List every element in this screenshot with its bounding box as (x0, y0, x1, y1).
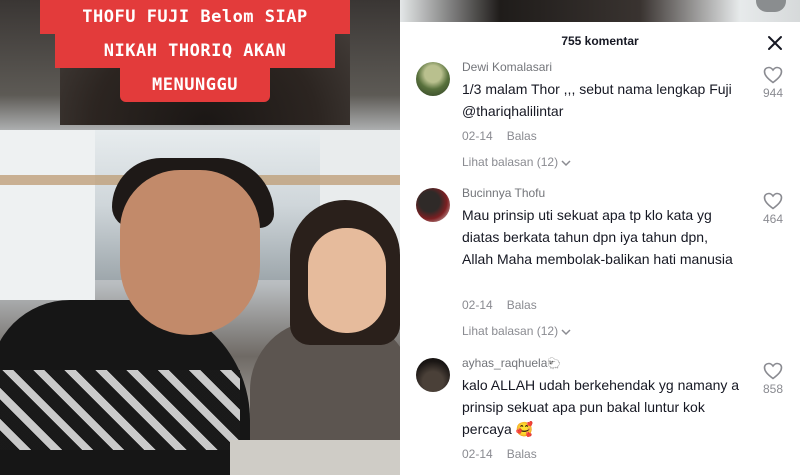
view-replies-link[interactable]: Lihat balasan (12) (462, 155, 571, 169)
avatar[interactable] (416, 188, 450, 222)
view-replies-label: Lihat balasan (12) (462, 324, 559, 338)
comment-date: 02-14 (462, 447, 493, 461)
heart-icon (763, 66, 783, 84)
avatar[interactable] (416, 358, 450, 392)
like-button[interactable]: 858 (760, 362, 786, 396)
video-strip-behind (400, 0, 800, 22)
background-wall (0, 130, 95, 300)
heart-icon (763, 192, 783, 210)
username-emoji: 🐑 (547, 358, 562, 370)
comment-text: Mau prinsip uti sekuat apa tp klo kata y… (462, 207, 733, 267)
comment-text-line: 1/3 malam Thor ,,, sebut nama lengkap Fu… (462, 81, 732, 97)
jacket-pattern (0, 370, 240, 450)
reply-button[interactable]: Balas (507, 298, 537, 312)
comments-header: 755 komentar (400, 22, 800, 62)
comment-count-title: 755 komentar (561, 34, 639, 48)
avatar[interactable] (416, 62, 450, 96)
like-count: 858 (762, 382, 784, 396)
chevron-down-icon (561, 160, 571, 166)
mention-link[interactable]: @thariqhalilintar (462, 100, 742, 122)
like-button[interactable]: 944 (760, 66, 786, 100)
comment-meta: 02-14 Balas (462, 298, 537, 312)
comment-text: 1/3 malam Thor ,,, sebut nama lengkap Fu… (462, 78, 742, 122)
close-icon[interactable] (766, 34, 784, 52)
comment-date: 02-14 (462, 298, 493, 312)
table (230, 440, 400, 475)
caption-line-2: NIKAH THORIQ AKAN (55, 34, 335, 68)
caption-line-1: THOFU FUJI Belom SIAP (40, 0, 350, 34)
caption-line-3: MENUNGGU (120, 68, 270, 102)
like-button[interactable]: 464 (760, 192, 786, 226)
like-count: 944 (762, 86, 784, 100)
view-replies-label: Lihat balasan (12) (462, 155, 559, 169)
comment-username-text: ayhas_raqhuela (462, 356, 548, 370)
view-replies-link[interactable]: Lihat balasan (12) (462, 324, 571, 338)
comment-meta: 02-14 Balas (462, 129, 537, 143)
chevron-down-icon (561, 329, 571, 335)
comment-text: kalo ALLAH udah berkehendak yg namany a … (462, 377, 740, 437)
comments-sheet: 755 komentar Dewi Komalasari 1/3 malam T… (400, 22, 800, 475)
like-count: 464 (762, 212, 784, 226)
woman-face (308, 228, 386, 333)
reply-button[interactable]: Balas (507, 447, 537, 461)
comment-username[interactable]: Bucinnya Thofu (462, 186, 545, 200)
comment-username[interactable]: Dewi Komalasari (462, 60, 552, 74)
man-face (120, 170, 260, 335)
comment-username[interactable]: ayhas_raqhuela🐑 (462, 356, 561, 370)
reply-button[interactable]: Balas (507, 129, 537, 143)
video-caption: THOFU FUJI Belom SIAP NIKAH THORIQ AKAN … (40, 0, 350, 102)
comment-date: 02-14 (462, 129, 493, 143)
comments-panel: 755 komentar Dewi Komalasari 1/3 malam T… (400, 0, 800, 475)
more-button[interactable] (756, 0, 786, 12)
heart-icon (763, 362, 783, 380)
comment-meta: 02-14 Balas (462, 447, 537, 461)
video-frame[interactable]: THOFU FUJI Belom SIAP NIKAH THORIQ AKAN … (0, 0, 400, 475)
